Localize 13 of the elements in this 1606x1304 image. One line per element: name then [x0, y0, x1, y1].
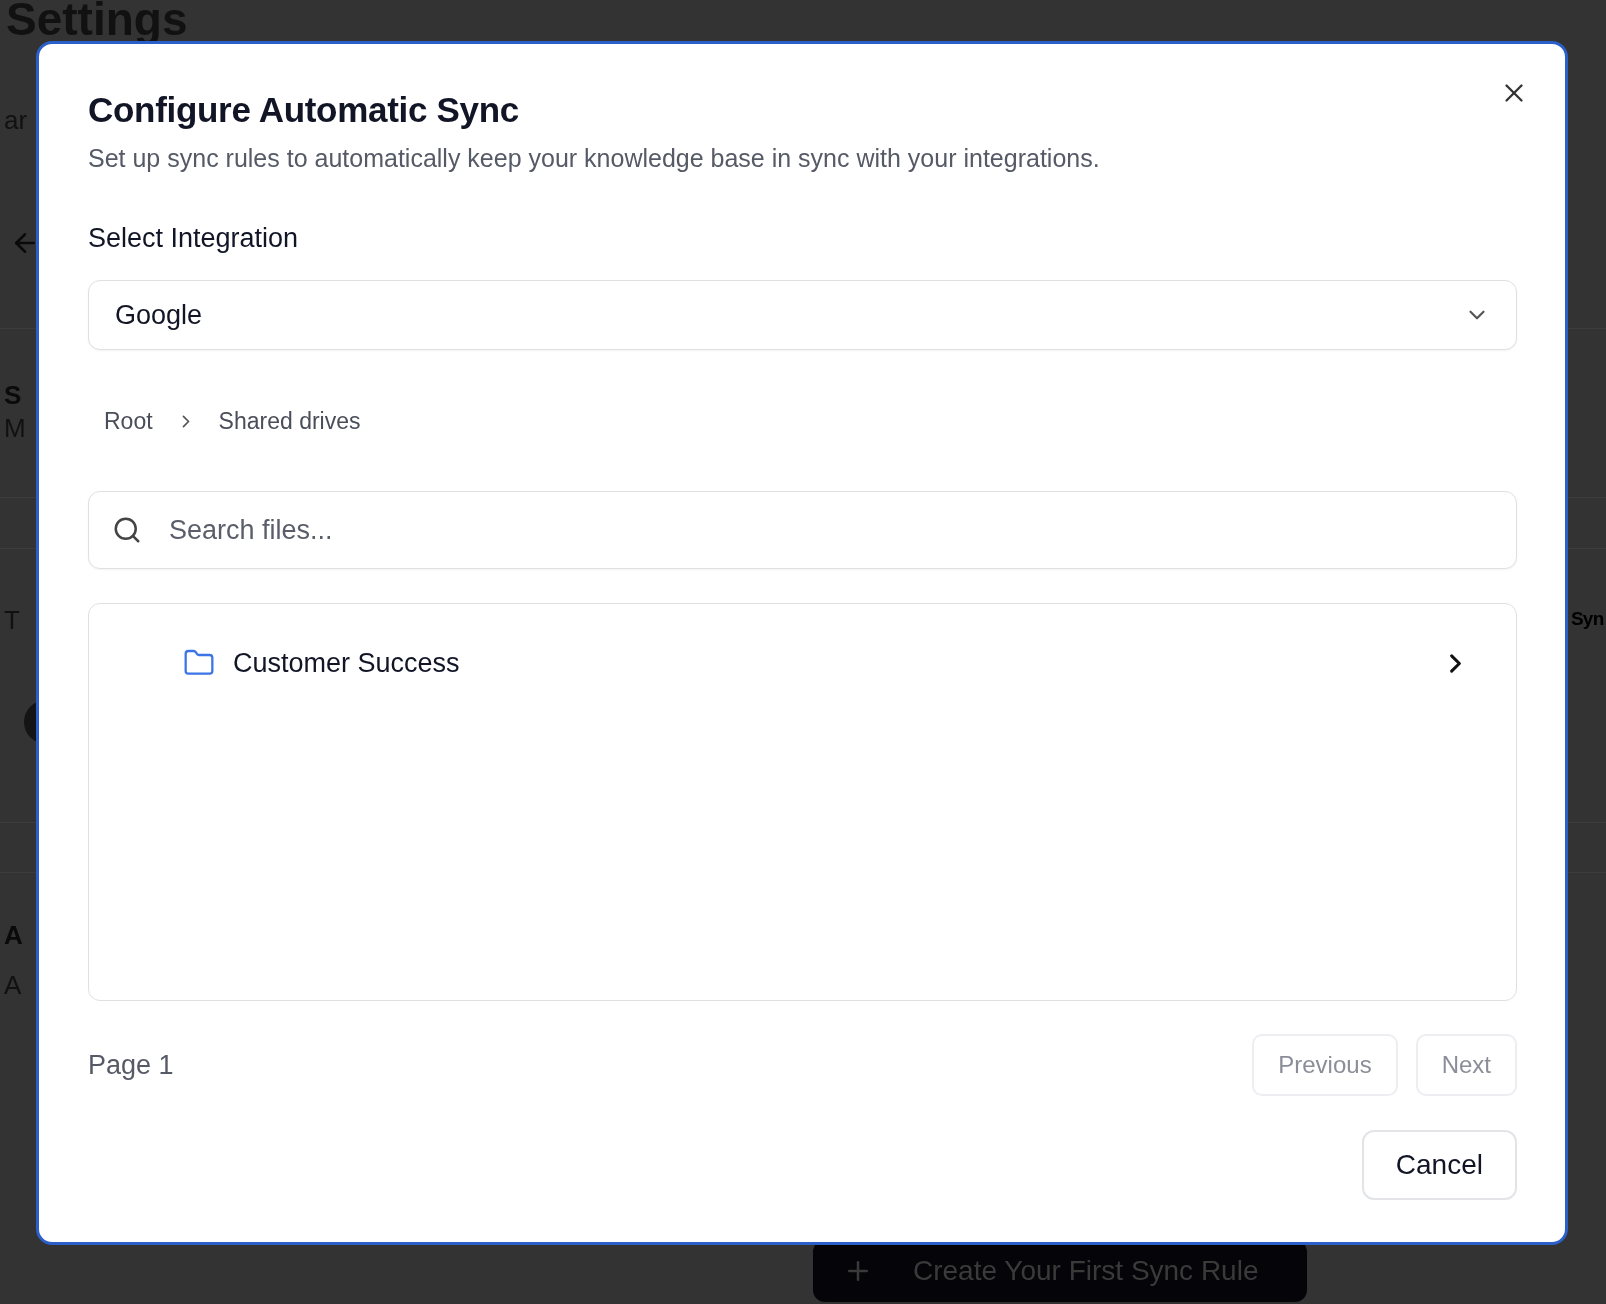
breadcrumb-link[interactable]: Shared drives	[218, 408, 361, 435]
search-field[interactable]: Search files...	[88, 491, 1517, 569]
breadcrumb-link[interactable]: Root	[104, 408, 153, 435]
field-label: Select Integration	[88, 223, 300, 254]
folder-row[interactable]: Customer Success	[183, 644, 1468, 682]
chevron-right-icon	[1451, 654, 1460, 672]
page-indicator: Page 1	[88, 1049, 174, 1081]
search-icon	[112, 515, 142, 545]
chevron-right-icon	[182, 416, 189, 427]
integration-select[interactable]: Google	[88, 280, 1517, 350]
cancel-button[interactable]: Cancel	[1361, 1130, 1517, 1200]
dialog-subtitle: Set up sync rules to automatically keep your knowledge base in sync with your integrations.	[88, 144, 1101, 173]
dialog-title: Configure Automatic Sync	[88, 90, 520, 130]
